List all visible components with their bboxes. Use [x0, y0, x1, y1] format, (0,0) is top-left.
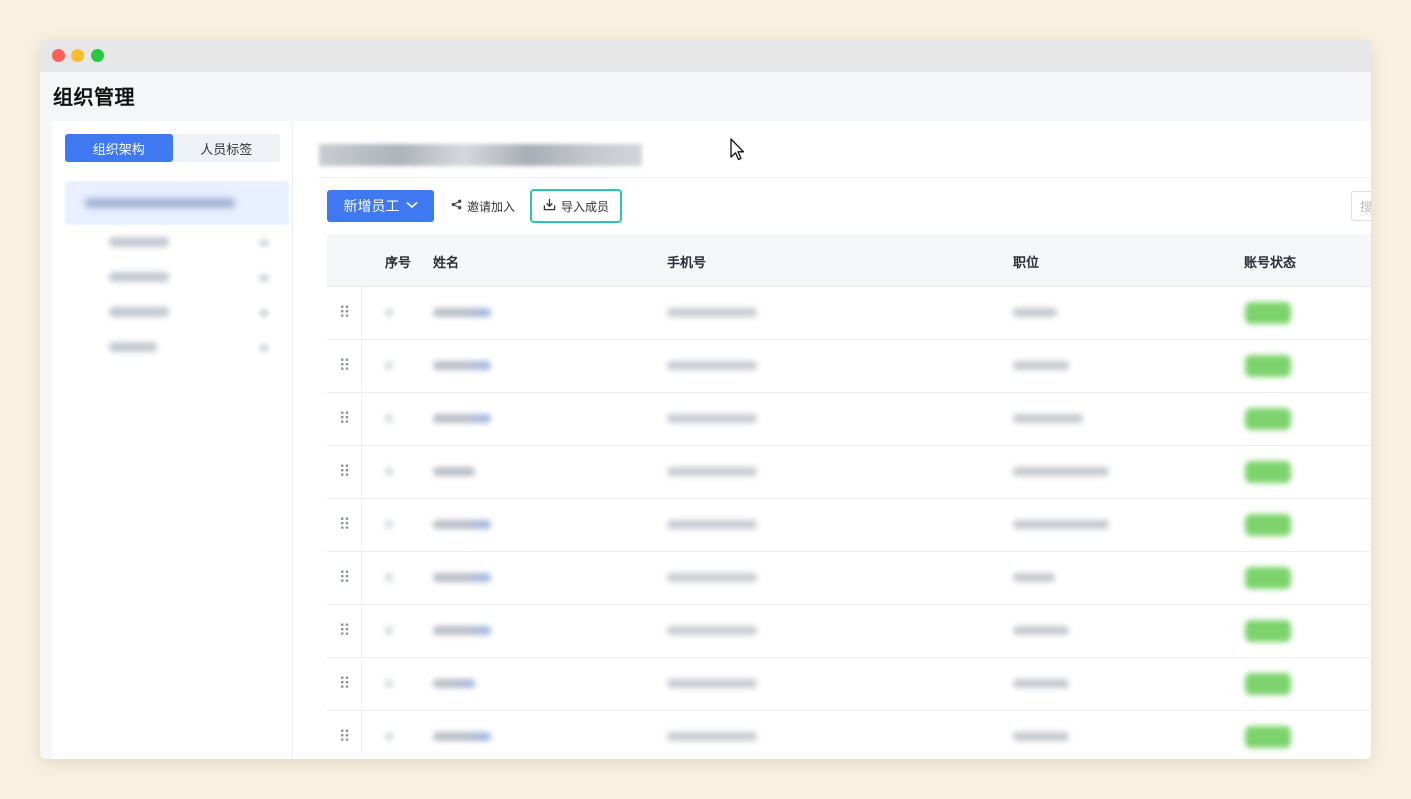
- drag-handle-icon[interactable]: ⠿: [327, 552, 362, 603]
- window-titlebar: [40, 40, 1371, 72]
- column-header-position: 职位: [1013, 256, 1040, 271]
- chevron-down-icon: [405, 199, 418, 212]
- sidebar-segmented-tabs: 组织架构 人员标签: [65, 134, 280, 162]
- drag-handle-icon[interactable]: ⠿: [327, 658, 362, 709]
- org-tree-item[interactable]: [65, 295, 289, 330]
- status-badge: [1245, 461, 1291, 483]
- page-title: 组织管理: [53, 85, 135, 109]
- table-body: ⠿ ⠿ ⠿ ⠿ ⠿ ⠿ ⠿ ⠿ ⠿: [327, 287, 1371, 754]
- status-badge: [1245, 355, 1291, 377]
- window-maximize-button[interactable]: [91, 49, 104, 62]
- org-tree-item[interactable]: [65, 330, 289, 365]
- sidebar: 组织架构 人员标签: [52, 121, 293, 759]
- column-header-name: 姓名: [433, 256, 460, 271]
- breadcrumb: [319, 144, 642, 166]
- status-badge: [1245, 408, 1291, 430]
- tab-org-structure[interactable]: 组织架构: [65, 134, 173, 162]
- status-badge: [1245, 620, 1291, 642]
- main-content: 新增员工 邀请加入 导入成员 搜 序号 姓名 手机号 职位 账号状态 ⠿ ⠿ ⠿…: [293, 121, 1371, 759]
- search-input[interactable]: 搜: [1351, 191, 1371, 221]
- window-minimize-button[interactable]: [71, 49, 84, 62]
- import-label: 导入成员: [560, 199, 609, 214]
- table-header: 序号 姓名 手机号 职位 账号状态: [327, 234, 1371, 287]
- toolbar: 新增员工 邀请加入 导入成员 搜: [327, 189, 1371, 223]
- drag-handle-icon[interactable]: ⠿: [327, 499, 362, 550]
- share-icon: [451, 199, 462, 213]
- org-tree-item[interactable]: [65, 260, 289, 295]
- status-badge: [1245, 726, 1291, 748]
- org-tree-root[interactable]: [65, 181, 289, 225]
- download-icon: [543, 198, 556, 214]
- status-badge: [1245, 514, 1291, 536]
- divider: [319, 177, 1371, 178]
- drag-handle-icon[interactable]: ⠿: [327, 605, 362, 656]
- status-badge: [1245, 673, 1291, 695]
- table-row[interactable]: ⠿: [327, 340, 1371, 393]
- drag-handle-icon[interactable]: ⠿: [327, 446, 362, 497]
- column-header-phone: 手机号: [667, 256, 707, 271]
- app-window: 组织管理 组织架构 人员标签 新增员工 邀请加入 导入成员 搜 序号 姓名 手机…: [40, 40, 1371, 759]
- tab-member-tags[interactable]: 人员标签: [173, 134, 281, 162]
- table-row[interactable]: ⠿: [327, 605, 1371, 658]
- invite-button[interactable]: 邀请加入: [451, 190, 515, 222]
- window-close-button[interactable]: [52, 49, 65, 62]
- mouse-cursor-icon: [730, 138, 745, 161]
- table-row[interactable]: ⠿: [327, 552, 1371, 605]
- table-row[interactable]: ⠿: [327, 287, 1371, 340]
- drag-handle-icon[interactable]: ⠿: [327, 340, 362, 391]
- status-badge: [1245, 302, 1291, 324]
- drag-handle-icon[interactable]: ⠿: [327, 393, 362, 444]
- invite-label: 邀请加入: [467, 199, 516, 214]
- add-employee-label: 新增员工: [343, 199, 400, 215]
- status-badge: [1245, 567, 1291, 589]
- drag-handle-icon[interactable]: ⠿: [327, 711, 362, 754]
- org-tree-item[interactable]: [65, 225, 289, 260]
- members-table: 序号 姓名 手机号 职位 账号状态 ⠿ ⠿ ⠿ ⠿ ⠿ ⠿ ⠿ ⠿ ⠿: [327, 234, 1371, 754]
- table-row[interactable]: ⠿: [327, 499, 1371, 552]
- drag-handle-icon[interactable]: ⠿: [327, 287, 362, 338]
- table-row[interactable]: ⠿: [327, 658, 1371, 711]
- table-row[interactable]: ⠿: [327, 446, 1371, 499]
- org-tree: [65, 181, 289, 365]
- column-header-status: 账号状态: [1244, 256, 1297, 271]
- table-row[interactable]: ⠿: [327, 393, 1371, 446]
- add-employee-button[interactable]: 新增员工: [327, 190, 434, 222]
- column-header-index: 序号: [385, 256, 412, 271]
- table-row[interactable]: ⠿: [327, 711, 1371, 754]
- import-members-button[interactable]: 导入成员: [530, 189, 622, 223]
